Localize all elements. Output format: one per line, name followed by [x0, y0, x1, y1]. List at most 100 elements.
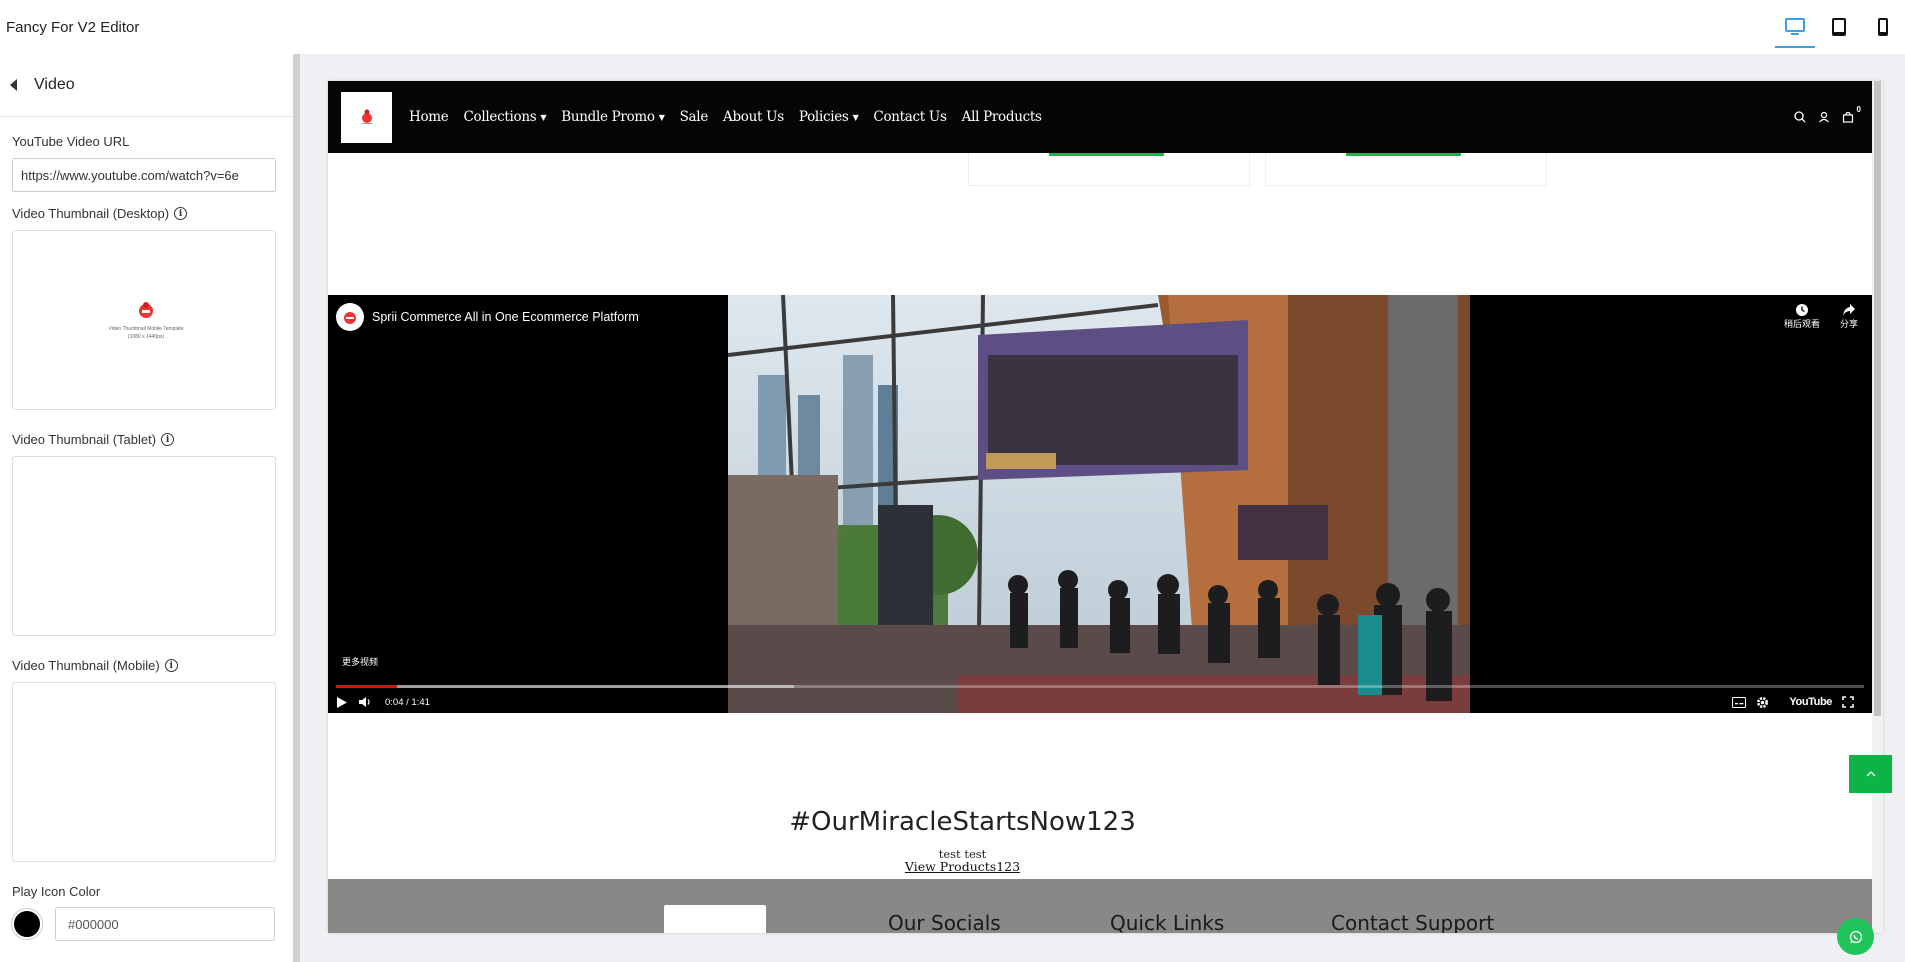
footer-heading-quick-links: Quick Links — [1110, 911, 1225, 933]
site-header-icons: 0 — [1782, 81, 1861, 153]
search-icon — [1794, 111, 1806, 123]
device-switcher — [1773, 0, 1905, 54]
account-button[interactable] — [1818, 111, 1830, 123]
brand-logo-icon — [139, 302, 153, 318]
scroll-to-top-button[interactable] — [1849, 755, 1892, 793]
video-progress-bar[interactable] — [336, 685, 1864, 688]
preview-canvas: Home Collections ▼ Bundle Promo ▼ Sale About U… — [300, 54, 1905, 962]
play-icon-color-row — [12, 907, 293, 941]
mobile-icon — [1878, 18, 1888, 36]
brand-logo-icon — [361, 109, 372, 124]
footer-logo[interactable] — [664, 905, 766, 933]
settings-button[interactable] — [1756, 696, 1769, 709]
cart-count-badge: 0 — [1856, 105, 1861, 114]
promo-title: #OurMiracleStartsNow123 — [789, 807, 1136, 837]
volume-icon — [359, 697, 370, 707]
thumb-desktop-label: Video Thumbnail (Desktop) i — [12, 206, 293, 221]
thumb-tablet-upload[interactable] — [12, 456, 276, 636]
video-title-bar: Sprii Commerce All in One Ecommerce Plat… — [336, 303, 639, 331]
tablet-view-button[interactable] — [1817, 5, 1861, 49]
caret-down-icon: ▼ — [540, 112, 547, 122]
watch-later-button[interactable]: 稍后观看 — [1784, 303, 1820, 330]
preview-scrollbar[interactable] — [1872, 81, 1883, 933]
product-card[interactable] — [1265, 153, 1547, 186]
tablet-icon — [1832, 18, 1846, 36]
nav-link-sale[interactable]: Sale — [680, 109, 709, 125]
promo-section: #OurMiracleStartsNow123 test test — [328, 713, 1872, 861]
sidebar-scrollbar[interactable] — [293, 54, 300, 962]
caret-left-icon — [10, 79, 17, 91]
panel-header: Video — [0, 54, 293, 117]
thumb-mobile-upload[interactable] — [12, 682, 276, 862]
channel-avatar[interactable] — [336, 303, 364, 331]
nav-link-collections[interactable]: Collections ▼ — [464, 109, 547, 125]
caret-down-icon: ▼ — [852, 112, 859, 122]
share-icon — [1842, 304, 1855, 316]
more-videos-label[interactable]: 更多视频 — [342, 655, 378, 668]
chevron-up-icon — [1866, 771, 1875, 777]
play-icon — [337, 696, 347, 708]
thumb-desktop-preview: Video Thumbnail Mobile Template (1080 x … — [101, 301, 191, 340]
nav-link-bundle-promo[interactable]: Bundle Promo ▼ — [561, 109, 665, 125]
nav-link-all-products[interactable]: All Products — [962, 109, 1042, 125]
play-button[interactable] — [336, 696, 348, 709]
play-icon-color-input[interactable] — [55, 907, 275, 941]
preview-scrollbar-thumb[interactable] — [1874, 81, 1881, 716]
user-icon — [1819, 111, 1829, 123]
video-frame-image — [728, 295, 1470, 713]
nav-link-about-us[interactable]: About Us — [723, 109, 784, 125]
brand-logo-icon — [344, 312, 356, 324]
mobile-view-button[interactable] — [1861, 5, 1905, 49]
video-actions: 稍后观看 分享 — [1764, 303, 1858, 330]
caret-down-icon: ▼ — [658, 112, 665, 122]
captions-icon — [1732, 696, 1747, 708]
video-time: 0:04 / 1:41 — [385, 696, 430, 708]
info-icon[interactable]: i — [164, 659, 178, 672]
mute-button[interactable] — [358, 696, 371, 708]
info-icon[interactable]: i — [174, 207, 188, 220]
whatsapp-icon — [1849, 930, 1862, 943]
played-bar — [336, 685, 398, 688]
site-logo[interactable] — [341, 91, 392, 143]
video-controls-right: YouTube — [1732, 696, 1864, 709]
youtube-url-label: YouTube Video URL — [12, 134, 130, 149]
fullscreen-button[interactable] — [1842, 696, 1854, 708]
buffered-bar — [336, 685, 795, 688]
editor-topbar: Fancy For V2 Editor — [0, 0, 1905, 54]
product-card[interactable] — [968, 153, 1250, 186]
clock-icon — [1795, 304, 1808, 316]
share-button[interactable]: 分享 — [1840, 303, 1858, 330]
site-header: Home Collections ▼ Bundle Promo ▼ Sale About U… — [328, 81, 1872, 153]
color-swatch[interactable] — [12, 909, 42, 939]
fullscreen-icon — [1842, 696, 1854, 708]
preview-frame: Home Collections ▼ Bundle Promo ▼ Sale About U… — [328, 81, 1883, 933]
desktop-view-button[interactable] — [1773, 5, 1817, 49]
back-button[interactable] — [10, 78, 24, 92]
captions-button[interactable] — [1732, 696, 1747, 708]
nav-link-home[interactable]: Home — [409, 109, 449, 125]
youtube-logo[interactable]: YouTube — [1789, 696, 1832, 708]
gear-icon — [1757, 696, 1769, 708]
site-footer: Our Socials Quick Links Contact Support — [328, 879, 1872, 933]
thumb-desktop-upload[interactable]: Video Thumbnail Mobile Template (1080 x … — [12, 230, 276, 410]
nav-link-contact-us[interactable]: Contact Us — [873, 109, 947, 125]
cart-button[interactable]: 0 — [1842, 105, 1861, 123]
info-icon[interactable]: i — [161, 433, 175, 446]
panel-title: Video — [34, 76, 75, 93]
youtube-url-input[interactable] — [12, 158, 276, 192]
thumb-mobile-label: Video Thumbnail (Mobile) i — [12, 658, 293, 673]
desktop-icon — [1785, 18, 1805, 35]
search-button[interactable] — [1794, 111, 1806, 123]
whatsapp-button[interactable] — [1837, 918, 1874, 955]
cart-icon — [1842, 111, 1854, 123]
footer-heading-socials: Our Socials — [888, 911, 1001, 933]
video-title[interactable]: Sprii Commerce All in One Ecommerce Plat… — [372, 310, 639, 324]
card-button[interactable] — [1049, 153, 1164, 156]
nav-link-policies[interactable]: Policies ▼ — [799, 109, 859, 125]
settings-sidebar: Video YouTube Video URL Video Thumbnail … — [0, 54, 293, 962]
view-products-link[interactable]: View Products123 — [328, 859, 1597, 874]
play-icon-color-label: Play Icon Color — [12, 884, 101, 899]
thumb-tablet-label: Video Thumbnail (Tablet) i — [12, 432, 293, 447]
youtube-player[interactable]: Sprii Commerce All in One Ecommerce Plat… — [328, 295, 1872, 713]
card-button[interactable] — [1346, 153, 1461, 156]
